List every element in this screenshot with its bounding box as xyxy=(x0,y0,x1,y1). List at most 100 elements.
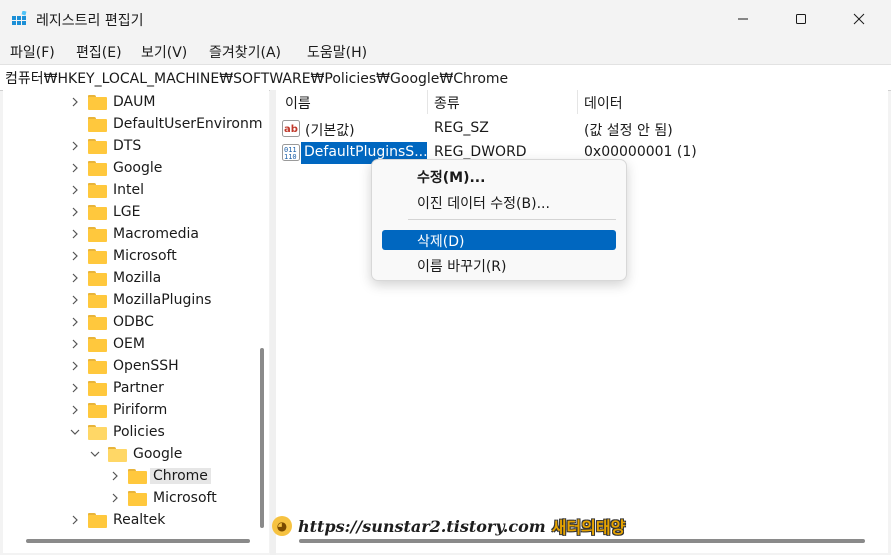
tree-item[interactable]: Policies xyxy=(70,421,165,443)
tree-scrollbar[interactable] xyxy=(260,348,264,528)
folder-icon xyxy=(88,182,107,198)
folder-icon xyxy=(88,138,107,154)
chevron-right-icon[interactable] xyxy=(70,339,80,349)
chevron-right-icon[interactable] xyxy=(110,471,120,481)
chevron-right-icon[interactable] xyxy=(70,361,80,371)
chevron-right-icon[interactable] xyxy=(70,251,80,261)
menu-view[interactable]: 보기(V) xyxy=(141,42,187,62)
column-name-header[interactable]: 이름 xyxy=(285,93,311,113)
tree-item[interactable]: OpenSSH xyxy=(70,355,179,377)
close-button[interactable] xyxy=(836,0,882,38)
folder-icon xyxy=(88,424,107,440)
value-row[interactable]: ab (기본값) REG_SZ (값 설정 안 됨) xyxy=(276,117,888,141)
context-item-modify-binary[interactable]: 이진 데이터 수정(B)... xyxy=(382,192,616,212)
tree-item-label: Chrome xyxy=(150,468,211,484)
menu-help[interactable]: 도움말(H) xyxy=(307,42,367,62)
tree-item[interactable]: Piriform xyxy=(70,399,167,421)
chevron-right-icon[interactable] xyxy=(70,97,80,107)
chevron-right-icon[interactable] xyxy=(110,493,120,503)
chevron-right-icon[interactable] xyxy=(70,273,80,283)
address-path[interactable]: 컴퓨터₩HKEY_LOCAL_MACHINE₩SOFTWARE₩Policies… xyxy=(5,68,508,88)
chevron-right-icon[interactable] xyxy=(70,295,80,305)
tree-item[interactable]: MozillaPlugins xyxy=(70,289,211,311)
chevron-down-icon[interactable] xyxy=(70,427,80,437)
context-item-label: 삭제(D) xyxy=(417,234,465,250)
tree-horizontal-scrollbar[interactable] xyxy=(26,539,250,543)
tree-item-label: Mozilla xyxy=(113,270,162,286)
tree-item[interactable]: Google xyxy=(90,443,182,465)
folder-icon xyxy=(128,490,147,506)
tree-item[interactable]: Realtek xyxy=(70,509,165,531)
folder-icon xyxy=(128,468,147,484)
minimize-button[interactable] xyxy=(720,0,766,38)
column-divider[interactable] xyxy=(577,90,578,114)
context-item-rename[interactable]: 이름 바꾸기(R) xyxy=(382,255,616,275)
tree-item[interactable]: Microsoft xyxy=(110,487,217,509)
menu-edit[interactable]: 편집(E) xyxy=(76,42,122,62)
column-divider[interactable] xyxy=(427,90,428,114)
expander-placeholder xyxy=(70,119,80,129)
value-type: REG_SZ xyxy=(434,120,489,136)
folder-icon xyxy=(88,270,107,286)
close-icon xyxy=(853,13,865,25)
string-value-icon: ab xyxy=(282,120,300,137)
chevron-right-icon[interactable] xyxy=(70,141,80,151)
value-data: (값 설정 안 됨) xyxy=(584,123,673,139)
menu-bar: 파일(F) 편집(E) 보기(V) 즐겨찾기(A) 도움말(H) xyxy=(0,38,891,64)
maximize-button[interactable] xyxy=(778,0,824,38)
value-data: 0x00000001 (1) xyxy=(584,144,697,160)
tree-item-label: ODBC xyxy=(113,314,154,330)
tree-item-label: LGE xyxy=(113,204,141,220)
folder-icon xyxy=(88,380,107,396)
list-horizontal-scrollbar[interactable] xyxy=(299,539,865,543)
chevron-down-icon[interactable] xyxy=(90,449,100,459)
tree-item-label: DefaultUserEnvironm xyxy=(113,116,263,132)
folder-icon xyxy=(88,402,107,418)
tree-item-label: MozillaPlugins xyxy=(113,292,212,308)
folder-icon xyxy=(88,204,107,220)
chevron-right-icon[interactable] xyxy=(70,317,80,327)
svg-text:ab: ab xyxy=(284,124,298,135)
context-item-delete[interactable]: 삭제(D) xyxy=(382,230,616,250)
regedit-icon xyxy=(12,11,27,25)
tree-item[interactable]: DAUM xyxy=(70,91,155,113)
column-data-header[interactable]: 데이터 xyxy=(584,93,623,113)
tree-item[interactable]: Intel xyxy=(70,179,144,201)
key-tree[interactable]: DAUM DefaultUserEnvironm DTS Google Intel LGE… xyxy=(3,90,269,553)
tree-item[interactable]: DefaultUserEnvironm xyxy=(70,113,262,135)
context-item-label: 이름 바꾸기(R) xyxy=(417,259,507,275)
tree-item-label: Intel xyxy=(113,182,144,198)
tree-item[interactable]: Mozilla xyxy=(70,267,161,289)
tree-item-label: Microsoft xyxy=(113,248,177,264)
tree-item[interactable]: Google xyxy=(70,157,162,179)
chevron-right-icon[interactable] xyxy=(70,405,80,415)
tree-item-label: Partner xyxy=(113,380,164,396)
tree-item-label: Policies xyxy=(113,424,165,440)
tree-item[interactable]: LGE xyxy=(70,201,141,223)
tree-item-label: Google xyxy=(133,446,183,462)
column-type-header[interactable]: 종류 xyxy=(434,93,460,113)
tree-item-label: OEM xyxy=(113,336,145,352)
chevron-right-icon[interactable] xyxy=(70,383,80,393)
tree-item-label: DTS xyxy=(113,138,142,154)
menu-file[interactable]: 파일(F) xyxy=(10,42,55,62)
window-title: 레지스트리 편집기 xyxy=(36,13,144,29)
tree-item[interactable]: ODBC xyxy=(70,311,154,333)
chevron-right-icon[interactable] xyxy=(70,229,80,239)
tree-item[interactable]: DTS xyxy=(70,135,141,157)
folder-icon xyxy=(88,314,107,330)
chevron-right-icon[interactable] xyxy=(70,163,80,173)
address-bar[interactable]: 컴퓨터₩HKEY_LOCAL_MACHINE₩SOFTWARE₩Policies… xyxy=(0,64,891,91)
chevron-right-icon[interactable] xyxy=(70,207,80,217)
chevron-right-icon[interactable] xyxy=(70,185,80,195)
tree-item[interactable]: Macromedia xyxy=(70,223,199,245)
menu-favorites[interactable]: 즐겨찾기(A) xyxy=(209,42,281,62)
tree-item[interactable]: Microsoft xyxy=(70,245,177,267)
context-item-modify[interactable]: 수정(M)... xyxy=(382,166,616,186)
tree-item[interactable]: Partner xyxy=(70,377,164,399)
chevron-right-icon[interactable] xyxy=(70,515,80,525)
smiley-icon: ◕ xyxy=(272,516,292,536)
tree-item[interactable]: Chrome xyxy=(110,465,211,487)
watermark: ◕ https://sunstar2.tistory.com 새터의태양 xyxy=(272,514,625,538)
tree-item[interactable]: OEM xyxy=(70,333,145,355)
